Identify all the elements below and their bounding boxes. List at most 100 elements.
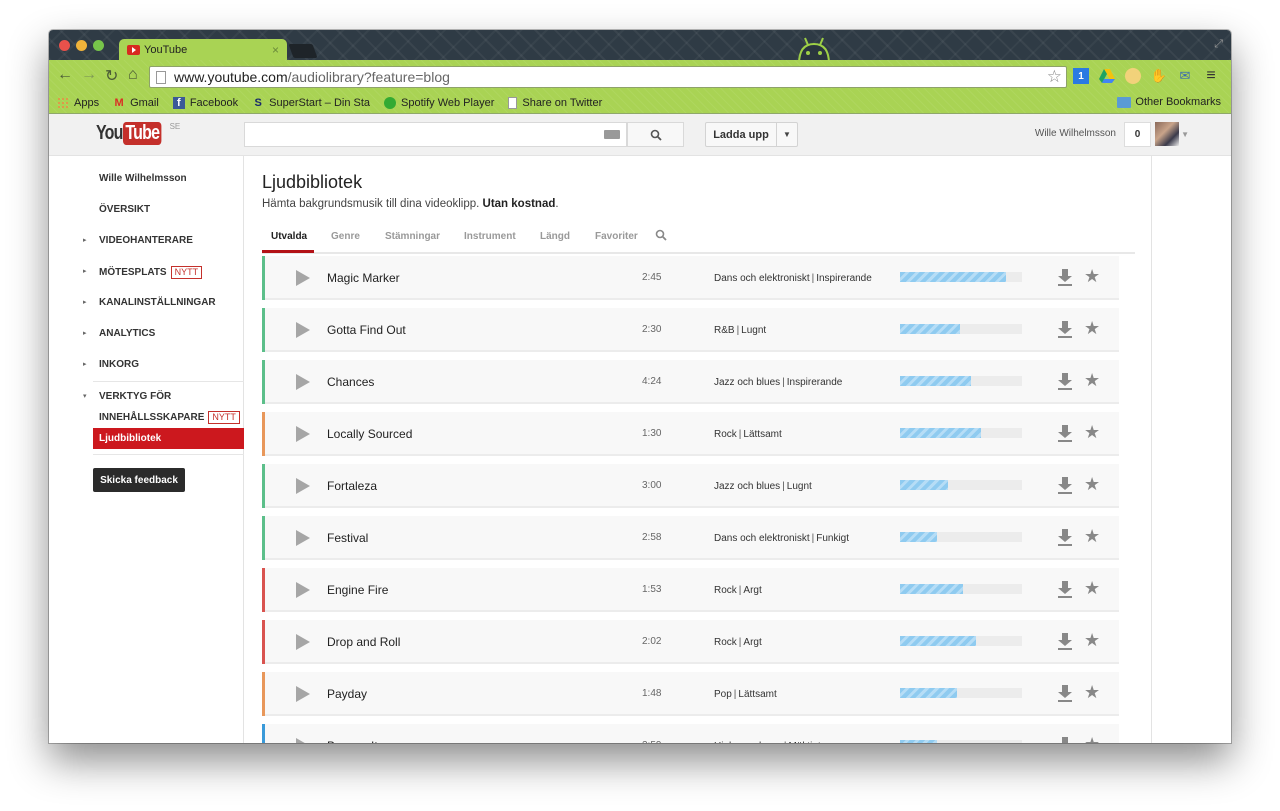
track-mood[interactable]: Argt xyxy=(743,585,761,596)
sidebar-item-kanalinstallningar[interactable]: KANALINSTÄLLNINGAR xyxy=(99,297,216,308)
favorite-star-icon[interactable]: ★ xyxy=(1084,319,1100,337)
play-icon[interactable] xyxy=(296,426,310,442)
track-genre[interactable]: R&B xyxy=(714,325,735,336)
sidebar-item-videohanterare[interactable]: VIDEOHANTERARE xyxy=(99,235,193,246)
bookmark-spotify[interactable]: Spotify Web Player xyxy=(384,97,494,109)
track-mood[interactable]: Argt xyxy=(743,637,761,648)
bookmark-apps[interactable]: Apps xyxy=(57,97,99,109)
address-bar[interactable]: www.youtube.com/audiolibrary?feature=blo… xyxy=(149,66,1067,88)
sidebar-item-oversikt[interactable]: ÖVERSIKT xyxy=(99,204,150,215)
track-genre[interactable]: Dans och elektroniskt xyxy=(714,533,810,544)
search-icon[interactable] xyxy=(655,229,667,241)
tab-langd[interactable]: Längd xyxy=(540,231,570,242)
sidebar-user-name[interactable]: Wille Wilhelmsson xyxy=(99,173,187,184)
favorite-star-icon[interactable]: ★ xyxy=(1084,683,1100,701)
chrome-menu-icon[interactable]: ≡ xyxy=(1203,67,1219,84)
favorite-star-icon[interactable]: ★ xyxy=(1084,735,1100,743)
browser-tab-youtube[interactable]: YouTube × xyxy=(119,39,287,60)
collapse-caret-icon[interactable]: ▾ xyxy=(83,392,87,400)
track-genre[interactable]: Rock xyxy=(714,637,737,648)
play-icon[interactable] xyxy=(296,270,310,286)
sidebar-item-ljudbibliotek[interactable]: Ljudbibliotek xyxy=(93,428,244,449)
track-mood[interactable]: Funkigt xyxy=(816,533,849,544)
download-icon[interactable] xyxy=(1058,528,1072,546)
keyboard-icon[interactable] xyxy=(604,130,620,139)
youtube-logo[interactable]: You Tube SE xyxy=(96,122,180,145)
search-input[interactable] xyxy=(244,122,627,147)
forward-arrow-icon[interactable]: → xyxy=(81,66,97,84)
mail-extension-icon[interactable]: ✉ xyxy=(1177,68,1193,84)
track-genre[interactable]: Jazz och blues xyxy=(714,481,780,492)
expand-caret-icon[interactable]: ▸ xyxy=(83,360,87,368)
track-mood[interactable]: Lugnt xyxy=(787,481,812,492)
google-drive-icon[interactable] xyxy=(1099,68,1115,84)
sidebar-item-innehallsskapare[interactable]: INNEHÅLLSSKAPARE NYTT xyxy=(99,411,240,424)
notification-count[interactable]: 0 xyxy=(1124,122,1151,147)
favorite-star-icon[interactable]: ★ xyxy=(1084,579,1100,597)
expand-caret-icon[interactable]: ▸ xyxy=(83,267,87,275)
download-icon[interactable] xyxy=(1058,736,1072,743)
bookmark-superstart[interactable]: S SuperStart – Din Sta xyxy=(252,97,370,109)
track-row[interactable]: Festival 2:58 Dans och elektroniskt | Funk… xyxy=(262,516,1119,560)
expand-caret-icon[interactable]: ▸ xyxy=(83,329,87,337)
tab-favoriter[interactable]: Favoriter xyxy=(595,231,638,242)
play-icon[interactable] xyxy=(296,530,310,546)
track-row[interactable]: Locally Sourced 1:30 Rock | Lättsamt ★ xyxy=(262,412,1119,456)
cookie-extension-icon[interactable] xyxy=(1125,68,1141,84)
play-icon[interactable] xyxy=(296,582,310,598)
play-icon[interactable] xyxy=(296,738,310,743)
header-user-name[interactable]: Wille Wilhelmsson xyxy=(1035,128,1116,139)
search-button[interactable] xyxy=(627,122,684,147)
sidebar-item-inkorg[interactable]: INKORG xyxy=(99,359,139,370)
send-feedback-button[interactable]: Skicka feedback xyxy=(93,468,185,492)
new-tab-button[interactable] xyxy=(288,44,318,58)
track-mood[interactable]: Mäktigt xyxy=(788,741,820,743)
tab-genre[interactable]: Genre xyxy=(331,231,360,242)
track-mood[interactable]: Inspirerande xyxy=(816,273,872,284)
bookmark-gmail[interactable]: M Gmail xyxy=(113,97,158,109)
minimize-window-button[interactable] xyxy=(76,40,87,51)
track-genre[interactable]: Rock xyxy=(714,429,737,440)
download-icon[interactable] xyxy=(1058,268,1072,286)
track-genre[interactable]: Dans och elektroniskt xyxy=(714,273,810,284)
track-mood[interactable]: Lättsamt xyxy=(743,429,781,440)
tab-stamningar[interactable]: Stämningar xyxy=(385,231,440,242)
favorite-star-icon[interactable]: ★ xyxy=(1084,475,1100,493)
track-row[interactable]: Payday 1:48 Pop | Lättsamt ★ xyxy=(262,672,1119,716)
play-icon[interactable] xyxy=(296,322,310,338)
back-arrow-icon[interactable]: ← xyxy=(57,66,73,84)
download-icon[interactable] xyxy=(1058,424,1072,442)
expand-caret-icon[interactable]: ▸ xyxy=(83,236,87,244)
track-genre[interactable]: Pop xyxy=(714,689,732,700)
favorite-star-icon[interactable]: ★ xyxy=(1084,527,1100,545)
track-row[interactable]: Gotta Find Out 2:30 R&B | Lugnt ★ xyxy=(262,308,1119,352)
reload-icon[interactable]: ↻ xyxy=(105,66,118,86)
bookmark-facebook[interactable]: f Facebook xyxy=(172,97,238,109)
track-mood[interactable]: Lugnt xyxy=(741,325,766,336)
zoom-window-button[interactable] xyxy=(93,40,104,51)
bookmark-star-icon[interactable]: ☆ xyxy=(1047,67,1062,87)
tab-instrument[interactable]: Instrument xyxy=(464,231,516,242)
download-icon[interactable] xyxy=(1058,580,1072,598)
track-row[interactable]: Engine Fire 1:53 Rock | Argt ★ xyxy=(262,568,1119,612)
track-genre[interactable]: Hiphop och rap xyxy=(714,741,782,743)
upload-button[interactable]: Ladda upp xyxy=(705,122,777,147)
play-icon[interactable] xyxy=(296,478,310,494)
favorite-star-icon[interactable]: ★ xyxy=(1084,267,1100,285)
play-icon[interactable] xyxy=(296,634,310,650)
sidebar-item-motesplats[interactable]: MÖTESPLATS NYTT xyxy=(99,266,203,279)
track-row[interactable]: Bounce It 2:59 Hiphop och rap|Mäktigt ★ xyxy=(262,724,1119,743)
track-row[interactable]: Chances 4:24 Jazz och blues | Inspirerande… xyxy=(262,360,1119,404)
hand-extension-icon[interactable]: ✋ xyxy=(1151,68,1167,84)
upload-dropdown-button[interactable]: ▼ xyxy=(776,122,798,147)
track-genre[interactable]: Rock xyxy=(714,585,737,596)
download-icon[interactable] xyxy=(1058,632,1072,650)
track-mood[interactable]: Inspirerande xyxy=(787,377,843,388)
track-mood[interactable]: Lättsamt xyxy=(738,689,776,700)
sidebar-item-analytics[interactable]: ANALYTICS xyxy=(99,328,155,339)
download-icon[interactable] xyxy=(1058,684,1072,702)
track-row[interactable]: Fortaleza 3:00 Jazz och blues | Lugnt ★ xyxy=(262,464,1119,508)
sidebar-item-verktyg[interactable]: VERKTYG FÖR xyxy=(99,391,171,402)
favorite-star-icon[interactable]: ★ xyxy=(1084,371,1100,389)
track-row[interactable]: Drop and Roll 2:02 Rock | Argt ★ xyxy=(262,620,1119,664)
